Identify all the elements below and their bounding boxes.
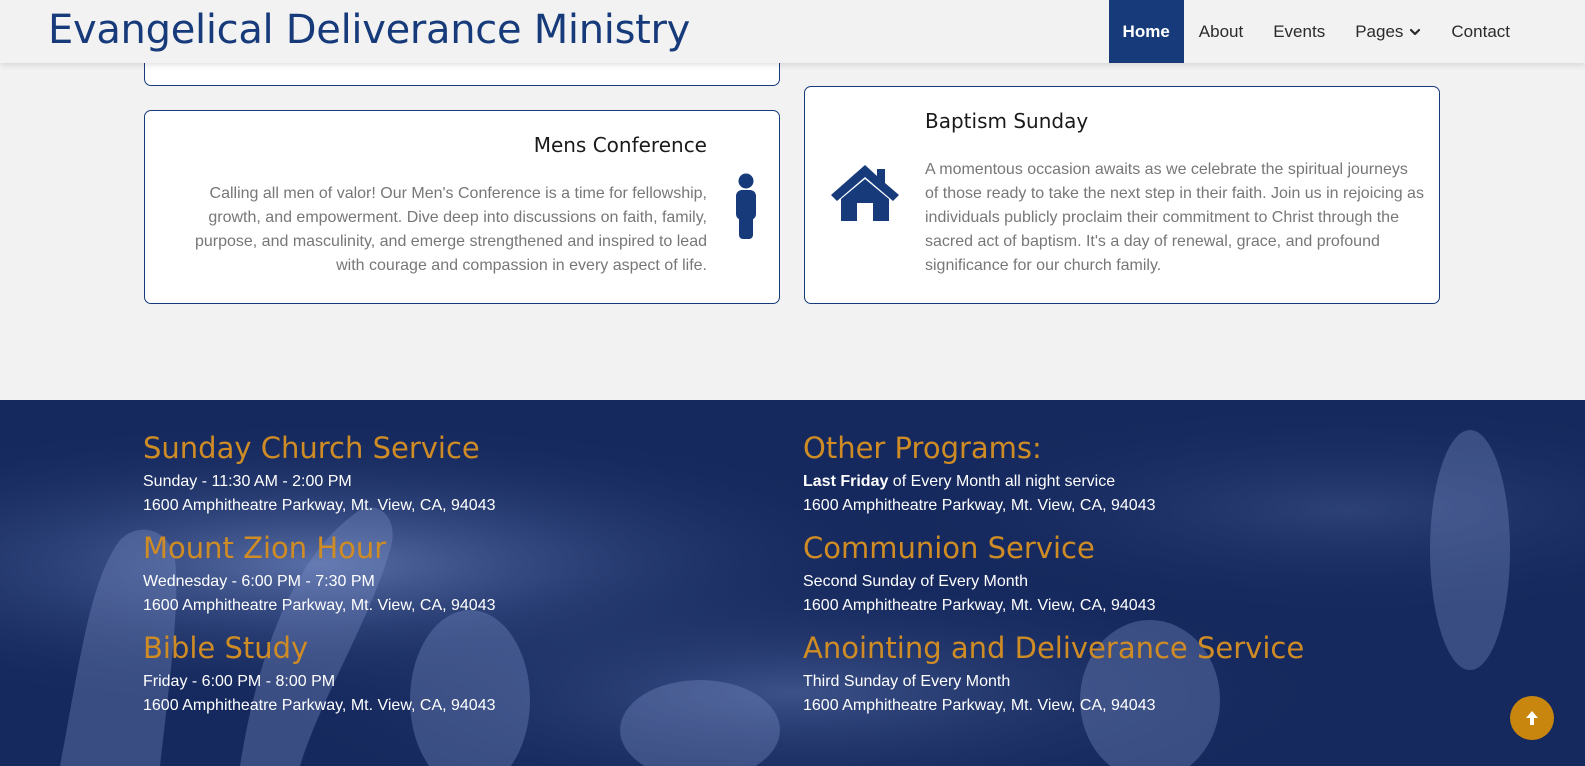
- site-brand[interactable]: Evangelical Deliverance Ministry: [48, 2, 690, 58]
- service-sunday-church: Sunday Church Service Sunday - 11:30 AM …: [143, 428, 496, 518]
- service-address: 1600 Amphitheatre Parkway, Mt. View, CA,…: [803, 597, 1156, 614]
- service-schedule: Sunday - 11:30 AM - 2:00 PM: [143, 473, 352, 490]
- event-card-baptism-sunday: Baptism Sunday A momentous occasion awai…: [804, 86, 1440, 304]
- service-schedule: Last Friday of Every Month all night ser…: [803, 470, 1304, 494]
- card-description: Calling all men of valor! Our Men's Conf…: [194, 185, 707, 274]
- service-title: Other Programs:: [803, 431, 1042, 465]
- home-icon: [831, 165, 899, 221]
- service-bible-study: Bible Study Friday - 6:00 PM - 8:00 PM 1…: [143, 628, 496, 718]
- service-title: Anointing and Deliverance Service: [803, 631, 1305, 665]
- service-title: Bible Study: [143, 631, 309, 665]
- service-address: 1600 Amphitheatre Parkway, Mt. View, CA,…: [143, 497, 496, 514]
- service-address: 1600 Amphitheatre Parkway, Mt. View, CA,…: [803, 697, 1156, 714]
- service-other-programs: Other Programs: Last Friday of Every Mon…: [803, 428, 1304, 518]
- nav-contact[interactable]: Contact: [1436, 0, 1525, 63]
- service-schedule-rest: of Every Month all night service: [888, 473, 1116, 490]
- person-icon: [736, 173, 756, 239]
- nav-pages-dropdown[interactable]: Pages: [1340, 0, 1436, 63]
- service-communion: Communion Service Second Sunday of Every…: [803, 528, 1304, 618]
- site-header: Evangelical Deliverance Ministry Home Ab…: [0, 0, 1585, 63]
- service-mount-zion-hour: Mount Zion Hour Wednesday - 6:00 PM - 7:…: [143, 528, 496, 618]
- event-card-mens-conference: Mens Conference Calling all men of valor…: [144, 110, 780, 304]
- service-schedule: Friday - 6:00 PM - 8:00 PM: [143, 673, 336, 690]
- nav-events[interactable]: Events: [1258, 0, 1340, 63]
- service-title: Mount Zion Hour: [143, 531, 387, 565]
- back-to-top-button[interactable]: [1510, 696, 1554, 740]
- chevron-down-icon: [1410, 28, 1421, 35]
- nav-events-label: Events: [1273, 21, 1326, 41]
- card-title: Baptism Sunday: [925, 109, 1089, 133]
- main-nav: Home About Events Pages Contact: [1108, 0, 1525, 63]
- service-address: 1600 Amphitheatre Parkway, Mt. View, CA,…: [143, 597, 496, 614]
- service-schedule: Second Sunday of Every Month: [803, 573, 1029, 590]
- nav-pages-label: Pages: [1355, 21, 1404, 41]
- services-column-right: Other Programs: Last Friday of Every Mon…: [803, 428, 1304, 728]
- service-title: Communion Service: [803, 531, 1095, 565]
- services-column-left: Sunday Church Service Sunday - 11:30 AM …: [143, 428, 496, 728]
- service-schedule-emphasis: Last Friday: [803, 473, 889, 490]
- service-anointing-deliverance: Anointing and Deliverance Service Third …: [803, 628, 1304, 718]
- card-description: A momentous occasion awaits as we celebr…: [925, 161, 1424, 274]
- service-schedule: Third Sunday of Every Month: [803, 673, 1011, 690]
- service-schedule: Wednesday - 6:00 PM - 7:30 PM: [143, 573, 375, 590]
- card-title: Mens Conference: [533, 133, 707, 157]
- service-address: 1600 Amphitheatre Parkway, Mt. View, CA,…: [143, 697, 496, 714]
- nav-about-label: About: [1198, 21, 1244, 41]
- nav-about[interactable]: About: [1184, 0, 1258, 63]
- nav-home[interactable]: Home: [1108, 0, 1184, 63]
- service-title: Sunday Church Service: [143, 431, 480, 465]
- service-address: 1600 Amphitheatre Parkway, Mt. View, CA,…: [803, 497, 1156, 514]
- services-section: Sunday Church Service Sunday - 11:30 AM …: [0, 400, 1585, 766]
- nav-home-label: Home: [1122, 21, 1170, 41]
- arrow-up-icon: [1526, 711, 1538, 725]
- nav-contact-label: Contact: [1451, 21, 1510, 41]
